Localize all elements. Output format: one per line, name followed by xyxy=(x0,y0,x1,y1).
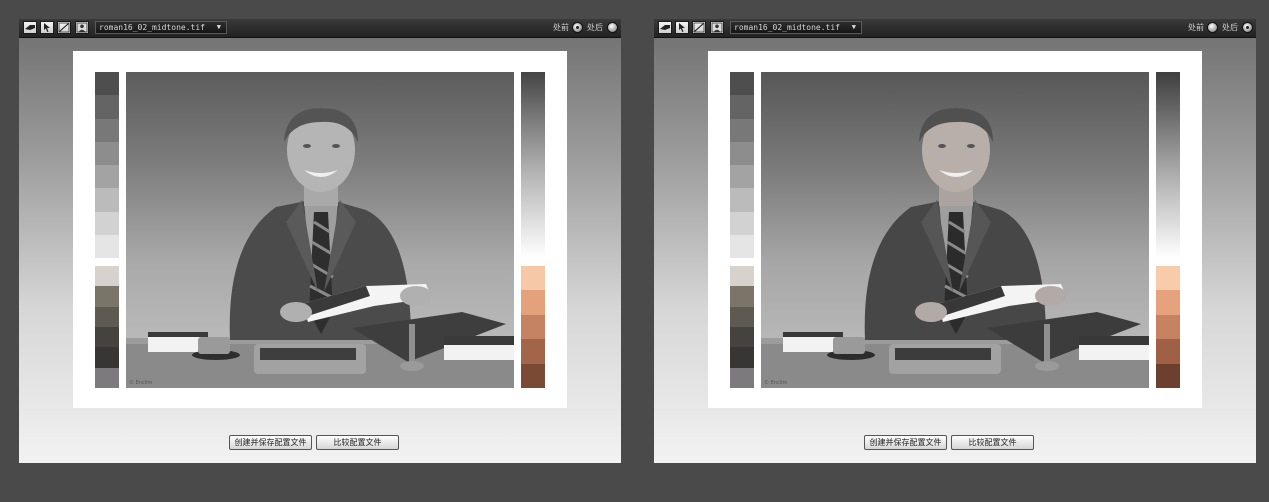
view-after-label: 处后 xyxy=(1222,23,1238,32)
skin-swatch xyxy=(521,363,545,389)
tone-swatch xyxy=(95,347,119,368)
man-reading-photo xyxy=(126,108,514,388)
gray-swatch xyxy=(730,188,754,212)
tone-swatch xyxy=(95,266,119,287)
skin-swatch xyxy=(1156,339,1180,364)
gray-swatch xyxy=(95,72,119,96)
gray-gradient-strip xyxy=(521,72,545,258)
view-before-radio[interactable] xyxy=(572,22,583,33)
portrait-icon xyxy=(76,22,88,33)
gray-gradient-strip xyxy=(1156,72,1180,258)
photo-credit: © Enclim xyxy=(129,380,153,386)
tone-swatch xyxy=(730,367,754,388)
chevron-down-icon: ▼ xyxy=(851,23,856,31)
proof-sheet: © Enclim xyxy=(73,51,567,408)
gray-swatch xyxy=(730,72,754,96)
gray-swatch xyxy=(95,188,119,212)
man-reading-photo xyxy=(761,108,1149,388)
skin-swatch-strip xyxy=(1156,266,1180,389)
file-select-dropdown[interactable]: roman16_02_midtone.tif ▼ xyxy=(95,21,227,34)
curve-icon xyxy=(58,22,70,33)
hand-icon xyxy=(25,25,35,30)
tone-swatch xyxy=(95,326,119,348)
view-before-radio[interactable] xyxy=(1207,22,1218,33)
tone-swatch xyxy=(730,266,754,287)
view-after-label: 处后 xyxy=(587,23,603,32)
gray-swatch xyxy=(730,234,754,258)
gray-swatch xyxy=(95,165,119,189)
skin-swatch xyxy=(521,314,545,340)
tone-swatch xyxy=(95,306,119,327)
skin-swatch-strip xyxy=(521,266,545,389)
gray-swatch xyxy=(95,211,119,235)
pointer-tool-button[interactable] xyxy=(675,21,689,34)
view-before-label: 处前 xyxy=(553,23,569,32)
skin-swatch xyxy=(1156,266,1180,291)
tone-swatch xyxy=(95,367,119,388)
gray-swatch xyxy=(730,95,754,119)
gray-swatch xyxy=(730,165,754,189)
curve-tool-button[interactable] xyxy=(57,21,71,34)
skin-swatch xyxy=(1156,314,1180,340)
gray-swatch xyxy=(730,211,754,235)
curve-icon xyxy=(693,22,705,33)
gray-swatch xyxy=(95,118,119,142)
file-select-dropdown[interactable]: roman16_02_midtone.tif ▼ xyxy=(730,21,862,34)
portrait-icon xyxy=(711,22,723,33)
skin-swatch xyxy=(521,266,545,291)
pointer-icon xyxy=(44,23,50,32)
preview-panel-right: roman16_02_midtone.tif ▼ 处前 处后 © Enclim … xyxy=(654,19,1256,463)
view-after-radio[interactable] xyxy=(607,22,618,33)
image-tool-button[interactable] xyxy=(710,21,724,34)
tone-swatch xyxy=(730,306,754,327)
chevron-down-icon: ▼ xyxy=(216,23,221,31)
image-tool-button[interactable] xyxy=(75,21,89,34)
photo-credit: © Enclim xyxy=(764,380,788,386)
skin-swatch xyxy=(521,290,545,315)
panel-toolbar: roman16_02_midtone.tif ▼ 处前 处后 xyxy=(654,19,1256,38)
create-save-profile-button[interactable]: 创建并保存配置文件 xyxy=(864,435,947,450)
compare-profile-button[interactable]: 比较配置文件 xyxy=(316,435,399,450)
pointer-icon xyxy=(679,23,685,32)
gray-swatch xyxy=(730,118,754,142)
tone-swatch-strip xyxy=(730,266,754,388)
skin-swatch xyxy=(521,339,545,364)
file-name: roman16_02_midtone.tif xyxy=(99,23,205,32)
view-after-radio[interactable] xyxy=(1242,22,1253,33)
gray-swatch xyxy=(730,141,754,165)
hand-tool-button[interactable] xyxy=(658,21,672,34)
create-save-profile-button[interactable]: 创建并保存配置文件 xyxy=(229,435,312,450)
preview-photo[interactable]: © Enclim xyxy=(761,72,1149,388)
tone-swatch xyxy=(730,286,754,307)
panel-toolbar: roman16_02_midtone.tif ▼ 处前 处后 xyxy=(19,19,621,38)
view-before-label: 处前 xyxy=(1188,23,1204,32)
gray-swatch xyxy=(95,141,119,165)
hand-tool-button[interactable] xyxy=(23,21,37,34)
tone-swatch xyxy=(730,347,754,368)
compare-profile-button[interactable]: 比较配置文件 xyxy=(951,435,1034,450)
tone-swatch-strip xyxy=(95,266,119,388)
gray-swatch-strip xyxy=(730,72,754,258)
hand-icon xyxy=(660,25,670,30)
gray-swatch-strip xyxy=(95,72,119,258)
proof-sheet: © Enclim xyxy=(708,51,1202,408)
tone-swatch xyxy=(95,286,119,307)
file-name: roman16_02_midtone.tif xyxy=(734,23,840,32)
gray-swatch xyxy=(95,234,119,258)
gray-swatch xyxy=(95,95,119,119)
curve-tool-button[interactable] xyxy=(692,21,706,34)
skin-swatch xyxy=(1156,363,1180,389)
tone-swatch xyxy=(730,326,754,348)
pointer-tool-button[interactable] xyxy=(40,21,54,34)
preview-photo[interactable]: © Enclim xyxy=(126,72,514,388)
skin-swatch xyxy=(1156,290,1180,315)
preview-panel-left: roman16_02_midtone.tif ▼ 处前 处后 © Enclim … xyxy=(19,19,621,463)
